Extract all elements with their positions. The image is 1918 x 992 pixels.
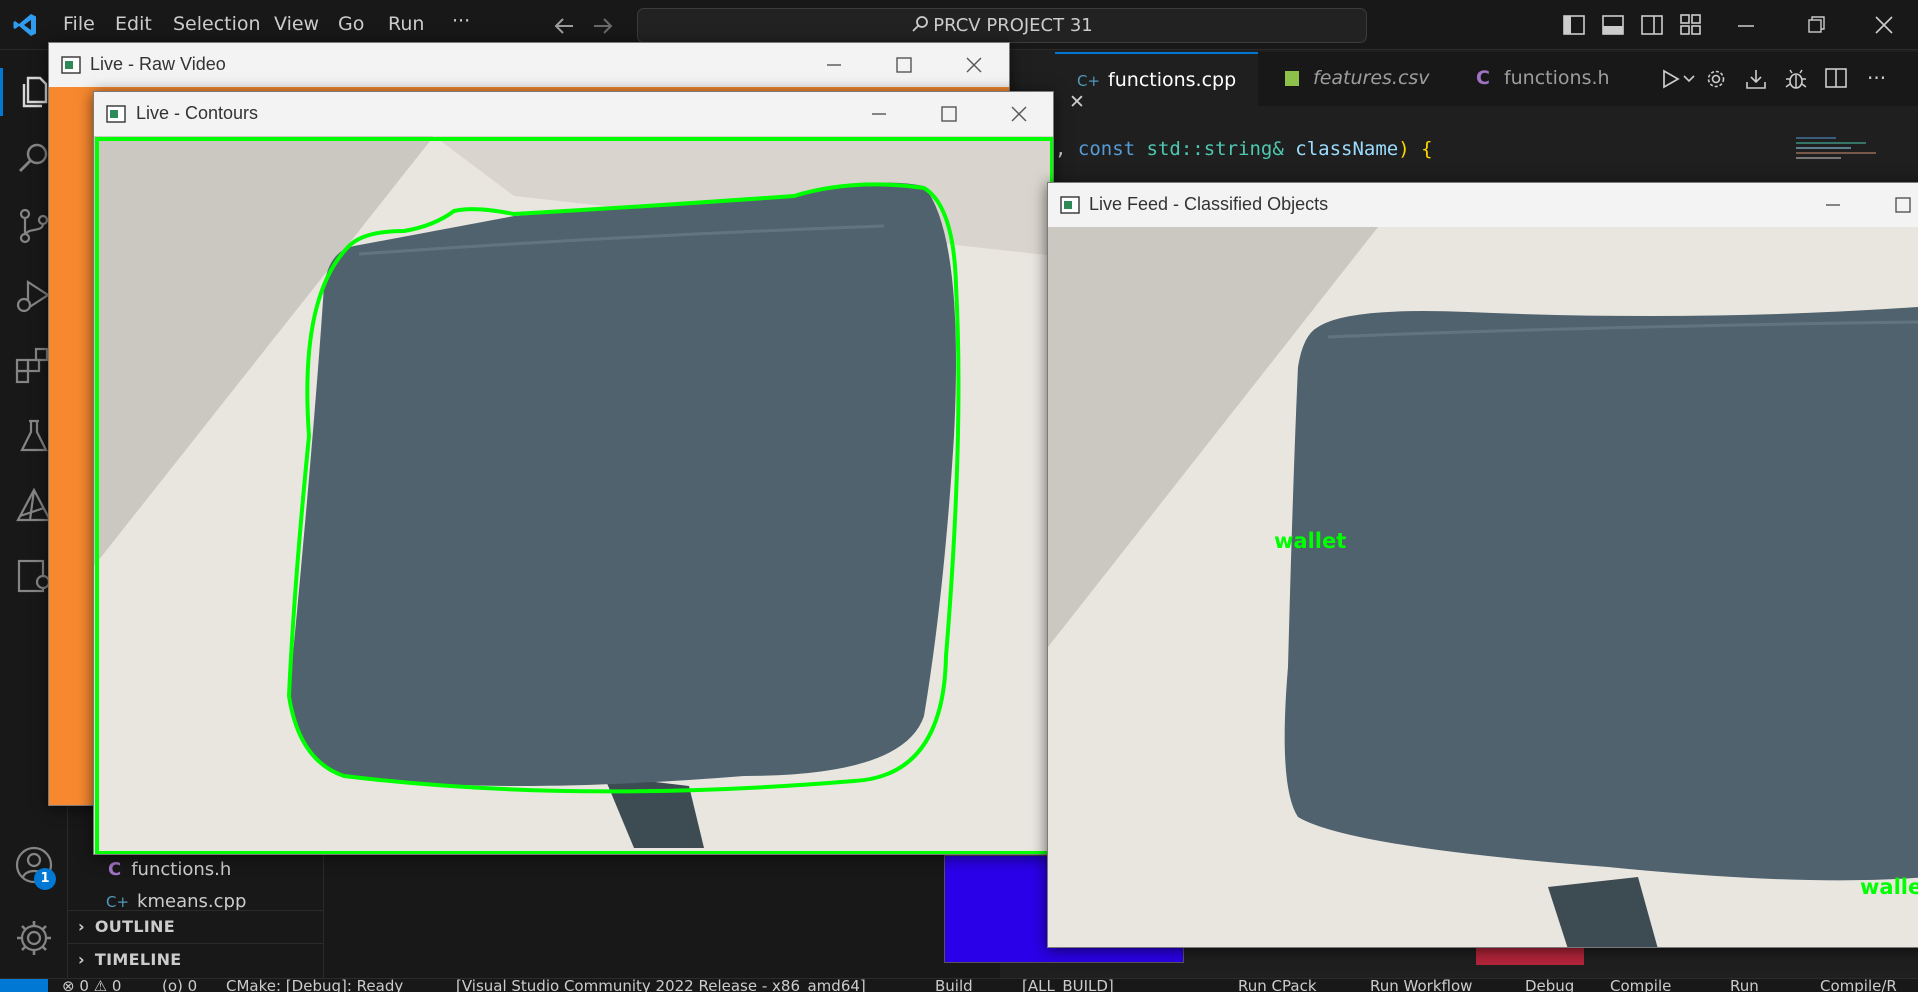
back-arrow-icon[interactable] [553, 16, 575, 36]
forward-arrow-icon[interactable] [592, 16, 614, 36]
opencv-window-icon [1060, 196, 1080, 214]
status-run-workflow[interactable]: Run Workflow [1370, 979, 1472, 992]
menu-go[interactable]: Go [338, 13, 364, 35]
customize-layout-icon[interactable] [1680, 14, 1702, 36]
contours-maximize-icon[interactable] [934, 99, 964, 129]
opencv-window-icon [61, 56, 81, 74]
restore-icon[interactable] [1808, 16, 1826, 34]
contours-title: Live - Contours [136, 103, 259, 123]
raw-video-maximize-icon[interactable] [889, 50, 919, 80]
menu-selection[interactable]: Selection [173, 13, 261, 35]
outline-section[interactable]: › OUTLINE [78, 917, 175, 936]
tab-functions-cpp[interactable]: C+ functions.cpp ✕ [1055, 52, 1258, 113]
vscode-logo-icon [13, 14, 36, 36]
status-run-cpack[interactable]: Run CPack [1238, 979, 1317, 992]
raw-video-close-icon[interactable] [959, 50, 989, 80]
minimize-icon[interactable] [1738, 24, 1754, 28]
chevron-right-icon: › [78, 950, 85, 969]
toggle-panel-icon[interactable] [1602, 15, 1624, 35]
tab-close-icon[interactable]: ✕ [1069, 91, 1085, 113]
debug-bug-icon[interactable] [1784, 67, 1808, 91]
c-file-icon: C [108, 859, 122, 880]
toggle-primary-sidebar-icon[interactable] [1563, 15, 1585, 35]
raw-video-title: Live - Raw Video [90, 54, 226, 74]
contours-minimize-icon[interactable] [864, 99, 894, 129]
classified-frame [1048, 227, 1918, 947]
toggle-secondary-sidebar-icon[interactable] [1641, 15, 1663, 35]
status-compile[interactable]: Compile [1610, 979, 1671, 992]
code-line: , const std::string& className) { [1055, 138, 1433, 160]
contours-titlebar[interactable]: Live - Contours [94, 92, 1053, 136]
cpp-file-icon: C+ [1077, 72, 1101, 90]
status-bar: ⊗ 0 ⚠ 0 (o) 0 CMake: [Debug]: Ready [Vis… [0, 978, 1918, 992]
menu-edit[interactable]: Edit [115, 13, 152, 35]
status-build-target[interactable]: [ALL_BUILD] [1022, 979, 1114, 992]
menu-file[interactable]: File [63, 13, 95, 35]
status-kit[interactable]: [Visual Studio Community 2022 Release - … [456, 979, 866, 992]
status-problems[interactable]: ⊗ 0 ⚠ 0 [62, 979, 121, 992]
minimap[interactable] [1796, 134, 1896, 174]
download-icon[interactable] [1745, 68, 1767, 90]
classification-label: wallet [1274, 529, 1347, 553]
command-center-search[interactable]: PRCV PROJECT 31 [637, 8, 1367, 43]
status-run[interactable]: Run [1730, 979, 1759, 992]
settings-gear-icon[interactable] [1705, 68, 1727, 90]
workspace-name: PRCV PROJECT 31 [933, 15, 1093, 36]
classification-label: wallet [1860, 875, 1918, 899]
file-kmeans-cpp[interactable]: C+ kmeans.cpp [106, 891, 246, 912]
csv-file-icon [1285, 71, 1299, 86]
status-cmake[interactable]: CMake: [Debug]: Ready [226, 979, 403, 992]
status-debug[interactable]: Debug [1525, 979, 1574, 992]
search-icon [912, 16, 929, 32]
c-file-icon: C [1476, 67, 1490, 89]
contours-close-icon[interactable] [1004, 99, 1034, 129]
raw-video-minimize-icon[interactable] [819, 50, 849, 80]
tab-features-csv[interactable]: features.csv [1259, 52, 1449, 106]
accounts-badge: 1 [34, 868, 56, 890]
status-ports[interactable]: (o) 0 [162, 979, 197, 992]
classified-maximize-icon[interactable] [1888, 190, 1918, 220]
classified-titlebar[interactable]: Live Feed - Classified Objects [1048, 183, 1918, 227]
more-actions-icon[interactable]: ··· [1867, 66, 1886, 90]
opencv-window-icon [106, 105, 126, 123]
menu-run[interactable]: Run [388, 13, 424, 35]
file-functions-h[interactable]: Cfunctions.h [108, 859, 231, 880]
chevron-right-icon: › [78, 917, 85, 936]
raw-video-titlebar[interactable]: Live - Raw Video [49, 43, 1009, 87]
remote-indicator[interactable] [0, 979, 48, 992]
classified-title: Live Feed - Classified Objects [1089, 194, 1329, 214]
menu-view[interactable]: View [274, 13, 319, 35]
contours-window[interactable]: Live - Contours [93, 91, 1054, 855]
chevron-down-icon[interactable] [1683, 74, 1695, 84]
status-compile-run[interactable]: Compile/R [1820, 979, 1897, 992]
active-indicator [0, 68, 3, 116]
tab-functions-h[interactable]: Cfunctions.h [1450, 52, 1630, 106]
menu-more[interactable]: ··· [452, 10, 470, 32]
close-icon[interactable] [1875, 16, 1893, 34]
classified-minimize-icon[interactable] [1818, 190, 1848, 220]
cpp-file-icon: C+ [106, 893, 130, 911]
manage-gear-icon[interactable] [14, 918, 54, 958]
status-build[interactable]: Build [935, 979, 973, 992]
split-editor-icon[interactable] [1825, 68, 1847, 88]
run-icon[interactable] [1660, 69, 1682, 89]
contours-frame [94, 136, 1053, 854]
editor-tab-bar: C+ functions.cpp ✕ features.csv Cfunction… [1055, 52, 1918, 113]
classified-window[interactable]: Live Feed - Classified Objects wallet wa… [1047, 182, 1918, 948]
timeline-section[interactable]: › TIMELINE [78, 950, 182, 969]
background-image-strip [1476, 945, 1584, 965]
